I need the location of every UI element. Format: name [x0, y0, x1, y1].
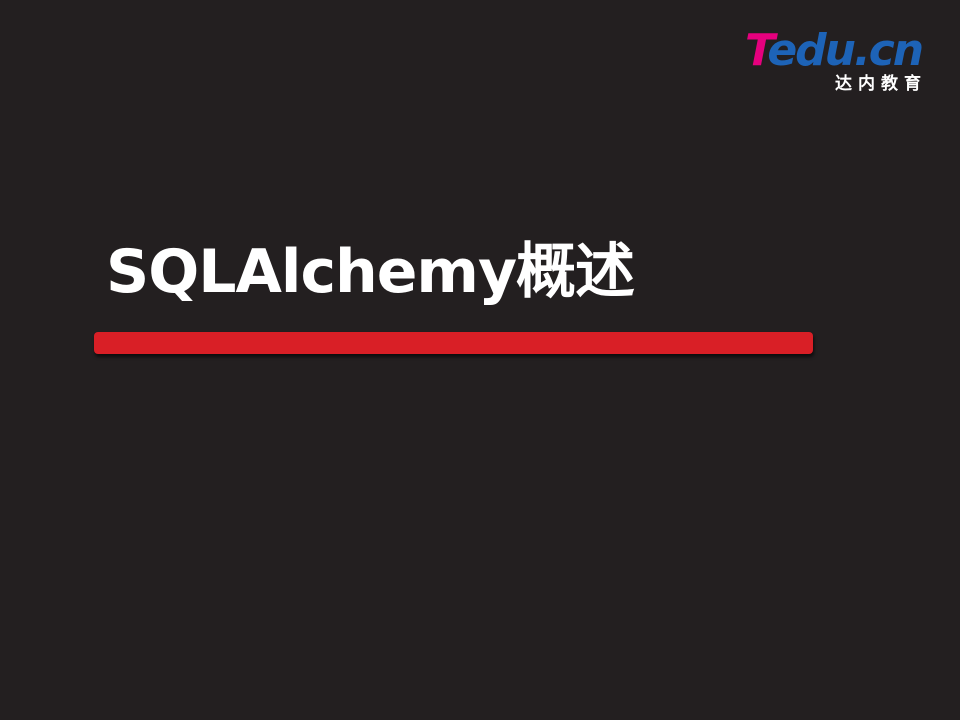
logo-wordmark: Tedu.cn: [745, 25, 924, 76]
logo-subtitle: 达内教育: [835, 74, 927, 94]
logo-wordmark-rest: edu.cn: [767, 25, 924, 76]
logo-wordmark-t: T: [745, 25, 769, 76]
tedu-logo: Tedu.cn 达内教育: [745, 26, 935, 98]
slide-title: SQLAlchemy概述: [106, 237, 635, 307]
slide: Tedu.cn 达内教育 SQLAlchemy概述: [0, 0, 960, 720]
title-underline-bar: [94, 332, 813, 354]
